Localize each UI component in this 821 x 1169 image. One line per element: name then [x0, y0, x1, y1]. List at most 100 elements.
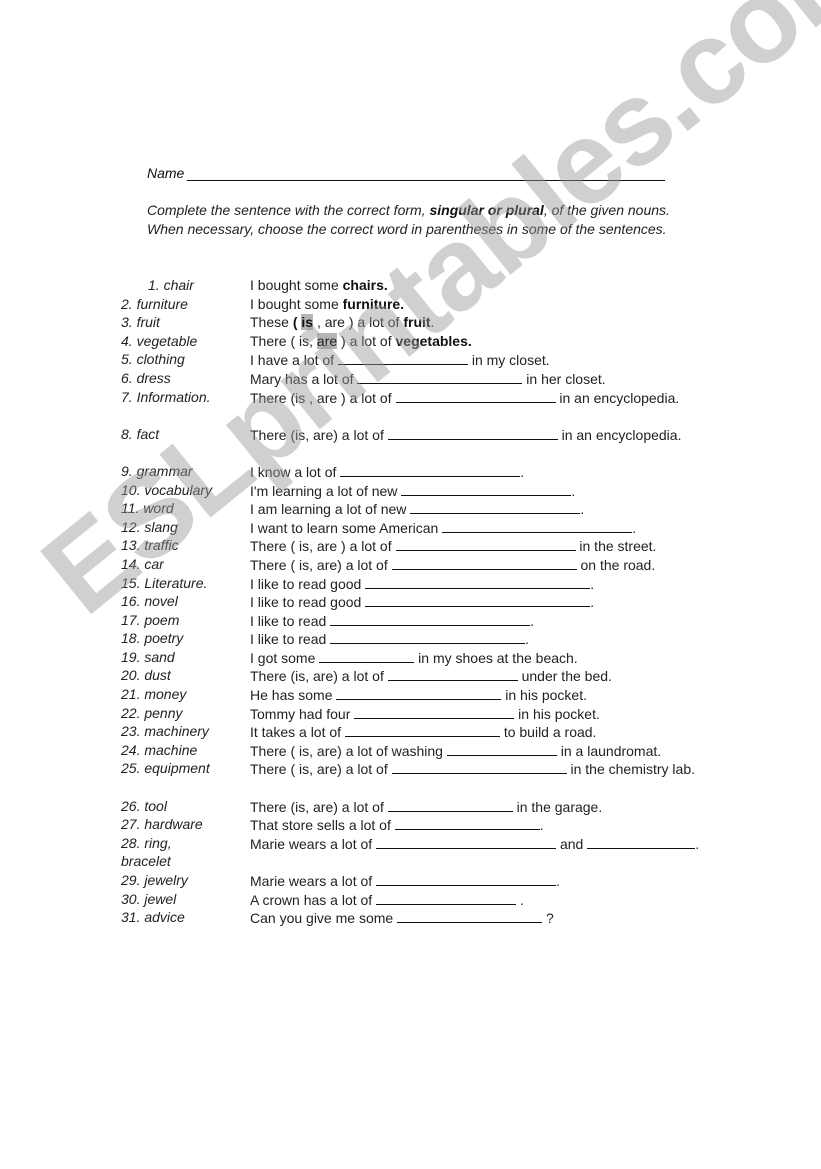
exercise-row: 6. dress Mary has a lot of in her closet.	[0, 369, 821, 388]
answer-blank[interactable]	[387, 666, 518, 682]
item-sentence: I like to read .	[250, 629, 530, 648]
item-sentence: I want to learn some American .	[250, 518, 637, 536]
answer-blank[interactable]	[376, 890, 517, 905]
item-sentence: I like to read good .	[250, 574, 595, 592]
answer-blank[interactable]	[354, 704, 515, 719]
item-noun: 10. vocabulary	[121, 481, 213, 498]
item-sentence: There ( is, are ) a lot of vegetables.	[250, 332, 472, 349]
item-noun: 5. clothing	[121, 351, 185, 368]
item-sentence: There (is, are) a lot of in the garage.	[250, 797, 603, 815]
item-noun: 27. hardware	[121, 816, 203, 833]
item-noun: 21. money	[121, 686, 187, 703]
exercise-row: 12. slang I want to learn some American .	[0, 518, 821, 537]
item-noun: 24. machine	[121, 741, 198, 758]
exercise-row: 29. jewelry Marie wears a lot of .	[0, 871, 821, 890]
answer-blank[interactable]	[340, 462, 521, 477]
item-noun: 6. dress	[121, 369, 171, 386]
item-sentence: I bought some chairs.	[250, 277, 388, 293]
item-sentence: There (is , are ) a lot of in an encyclo…	[250, 388, 680, 406]
item-noun: 14. car	[121, 555, 164, 572]
exercise-row: 11. word I am learning a lot of new .	[0, 499, 821, 518]
item-sentence: He has some in his pocket.	[250, 685, 587, 704]
exercise-row: 28. ring, bracelet Marie wears a lot of a…	[0, 834, 821, 871]
answer-blank[interactable]	[365, 574, 591, 589]
answer-blank[interactable]	[330, 611, 531, 626]
answer-blank[interactable]	[376, 834, 557, 849]
answer-blank[interactable]	[395, 536, 576, 552]
answer-blank[interactable]	[387, 425, 558, 440]
exercise-row: 3. fruit These ( is , are ) a lot of frui…	[0, 313, 821, 332]
answer-blank[interactable]	[410, 499, 581, 515]
exercise-row: 16. novel I like to read good .	[0, 592, 821, 611]
item-sentence: Mary has a lot of in her closet.	[250, 369, 606, 387]
item-noun: 30. jewel	[121, 890, 177, 907]
worksheet-page: Name Complete the sentence with the corr…	[0, 0, 821, 1169]
answer-blank[interactable]	[391, 759, 567, 775]
item-noun: 7. Information.	[121, 388, 211, 405]
exercise-row: 10. vocabulary I'm learning a lot of new …	[0, 481, 821, 500]
answer-blank[interactable]	[330, 629, 526, 645]
answer-blank[interactable]	[394, 815, 540, 831]
answer-blank[interactable]	[397, 908, 543, 924]
item-sentence: Marie wears a lot of and .	[250, 834, 700, 852]
item-noun: 1. chair	[148, 277, 194, 293]
item-sentence: These ( is , are ) a lot of fruit.	[250, 314, 435, 331]
name-field[interactable]: Name	[147, 164, 666, 181]
answer-blank[interactable]	[587, 834, 696, 849]
instructions: Complete the sentence with the correct f…	[147, 202, 670, 237]
answer-blank[interactable]	[391, 555, 577, 570]
item-sentence: I have a lot of in my closet.	[250, 350, 550, 369]
item-sentence: I am learning a lot of new .	[250, 499, 585, 518]
answer-blank[interactable]	[344, 722, 500, 738]
exercise-row: 14. car There ( is, are) a lot of on the …	[0, 555, 821, 574]
exercise-row: 1. chair I bought some chairs.	[0, 276, 821, 295]
name-blank[interactable]	[187, 164, 666, 181]
exercise-row: 5. clothing I have a lot of in my closet.	[0, 350, 821, 369]
exercise-row: 23. machinery It takes a lot of to build …	[0, 722, 821, 741]
exercise-row: 25. equipment There ( is, are) a lot of i…	[0, 759, 821, 796]
item-noun: 8. fact	[121, 425, 160, 442]
exercise-row: 7. Information. There (is , are ) a lot o…	[0, 388, 821, 425]
answer-blank[interactable]	[446, 741, 557, 756]
exercise-row: 21. money He has some in his pocket.	[0, 685, 821, 704]
item-sentence: Marie wears a lot of .	[250, 871, 560, 889]
answer-blank[interactable]	[336, 685, 502, 701]
item-sentence: There ( is, are ) a lot of in the street…	[250, 536, 657, 555]
item-noun: 19. sand	[121, 648, 175, 665]
answer-blank[interactable]	[337, 350, 468, 366]
answer-blank[interactable]	[319, 648, 415, 663]
item-sentence: Tommy had four in his pocket.	[250, 704, 600, 722]
answer-blank[interactable]	[387, 797, 513, 812]
item-noun: 15. Literature.	[121, 574, 208, 591]
item-noun: 29. jewelry	[121, 872, 188, 888]
item-noun: 12. slang	[121, 518, 178, 535]
exercise-row: 18. poetry I like to read .	[0, 629, 821, 648]
exercise-row: 4. vegetable There ( is, are ) a lot of v…	[0, 332, 821, 351]
item-sentence: I like to read good .	[250, 592, 595, 611]
name-label: Name	[147, 165, 185, 181]
exercise-row: 31. advice Can you give me some ?	[0, 908, 821, 927]
item-noun: 11. word	[121, 500, 174, 517]
exercise-row: 15. Literature. I like to read good .	[0, 574, 821, 593]
answer-blank[interactable]	[357, 369, 523, 384]
item-sentence: There ( is, are) a lot of in the chemist…	[250, 759, 695, 778]
answer-blank[interactable]	[376, 871, 557, 886]
exercise-row: 13. traffic There ( is, are ) a lot of in…	[0, 536, 821, 555]
exercise-row: 9. grammar I know a lot of .	[0, 462, 821, 481]
answer-blank[interactable]	[401, 481, 572, 496]
exercise-row: 8. fact There (is, are) a lot of in an en…	[0, 425, 821, 462]
item-sentence: I got some in my shoes at the beach.	[250, 648, 578, 666]
exercise-row: 22. penny Tommy had four in his pocket.	[0, 704, 821, 723]
item-noun: 20. dust	[121, 667, 171, 684]
exercise-row: 2. furniture I bought some furniture.	[0, 295, 821, 314]
answer-blank[interactable]	[365, 592, 591, 608]
item-noun: 9. grammar	[121, 462, 193, 479]
item-sentence: There ( is, are) a lot of washing in a l…	[250, 741, 662, 759]
answer-blank[interactable]	[395, 388, 556, 403]
selected-choice: are	[316, 332, 338, 349]
exercise-row: 27. hardware That store sells a lot of .	[0, 815, 821, 834]
item-sentence: I like to read .	[250, 611, 535, 629]
answer-blank[interactable]	[442, 518, 633, 533]
item-noun: 26. tool	[121, 797, 167, 814]
item-sentence: I bought some furniture.	[250, 295, 405, 312]
